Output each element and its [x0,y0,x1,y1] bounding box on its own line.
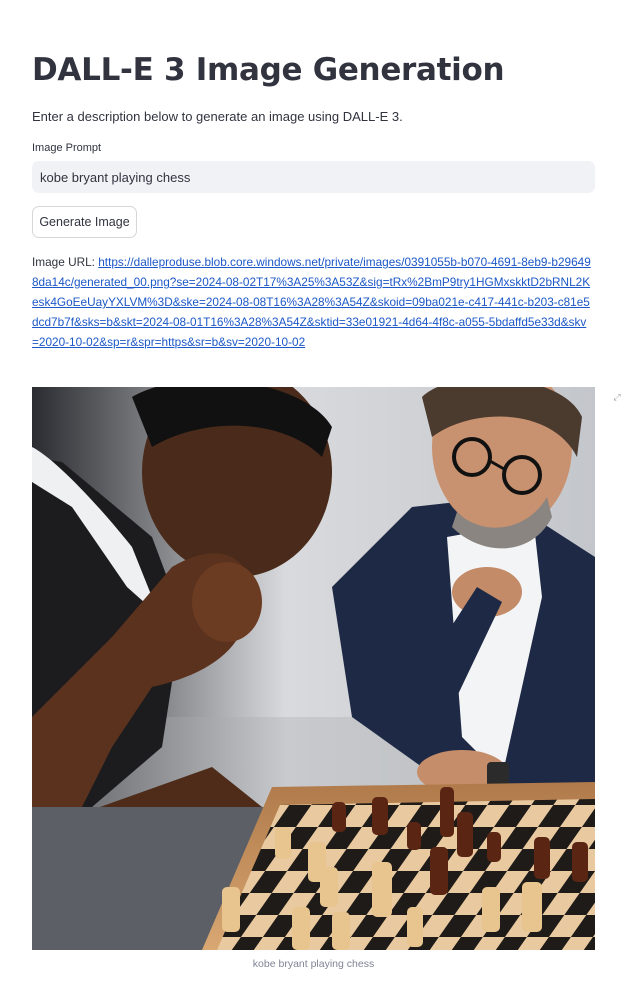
app-page: DALL-E 3 Image Generation Enter a descri… [0,0,624,994]
image-url-link[interactable]: https://dalleproduse.blob.core.windows.n… [32,255,591,349]
generated-image [32,387,595,950]
prompt-input[interactable] [32,161,595,193]
image-url-block: Image URL: https://dalleproduse.blob.cor… [32,252,592,352]
prompt-label: Image Prompt [32,142,102,154]
fullscreen-expand-icon[interactable]: ⤢ [611,391,623,403]
page-description: Enter a description below to generate an… [32,109,403,124]
page-title: DALL-E 3 Image Generation [32,52,505,88]
generated-image-illustration [32,387,595,950]
generate-image-button[interactable]: Generate Image [32,206,137,238]
image-url-label: Image URL: [32,255,95,269]
image-caption: kobe bryant playing chess [252,958,375,970]
